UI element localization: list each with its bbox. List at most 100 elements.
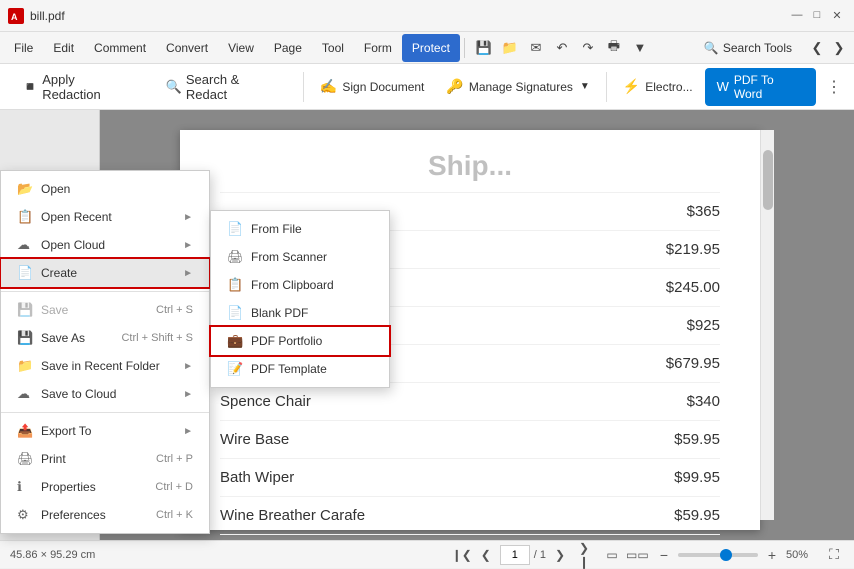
zoom-controls: − + 50%: [654, 545, 816, 565]
page-total: / 1: [534, 549, 546, 561]
open-icon-btn[interactable]: 📁: [499, 37, 521, 59]
electro-btn[interactable]: ⚡ Electro...: [613, 70, 703, 104]
menu-comment[interactable]: Comment: [84, 34, 156, 62]
save-cloud-icon: ☁: [17, 386, 33, 402]
single-page-view-btn[interactable]: ▭: [602, 545, 622, 565]
first-page-btn[interactable]: ❙❮: [452, 545, 472, 565]
next-page-btn[interactable]: ❯: [550, 545, 570, 565]
preferences-icon: ⚙: [17, 507, 33, 523]
export-icon: 📤: [17, 423, 33, 439]
toolbar-icons: 💾 📁 ✉ ↶ ↷ 🖶 ▼: [473, 37, 651, 59]
submenu-from-clipboard[interactable]: 📋 From Clipboard: [211, 271, 389, 299]
zoom-out-btn[interactable]: −: [654, 545, 674, 565]
table-row-bathwiper: Bath Wiper $99.95: [220, 459, 720, 497]
menu-file[interactable]: File: [4, 34, 43, 62]
word-icon: W: [717, 79, 729, 94]
nav-back-btn[interactable]: ❮: [806, 37, 828, 59]
page-input[interactable]: [500, 545, 530, 565]
zoom-thumb: [720, 549, 732, 561]
search-tools-button[interactable]: 🔍 Search Tools: [694, 38, 802, 58]
arrow-right-icon2: ►: [183, 240, 193, 251]
save-as-shortcut: Ctrl + Shift + S: [121, 332, 193, 344]
tab-apply-redaction[interactable]: ◾ Apply Redaction: [8, 67, 150, 107]
submenu-pdf-portfolio[interactable]: 💼 PDF Portfolio: [211, 327, 389, 355]
zoom-slider[interactable]: [678, 553, 758, 557]
from-file-icon: 📄: [227, 221, 243, 237]
menu-item-properties[interactable]: ℹ Properties Ctrl + D: [1, 473, 209, 501]
maximize-button[interactable]: □: [808, 6, 826, 24]
arrow-right-icon6: ►: [183, 426, 193, 437]
zoom-in-btn[interactable]: +: [762, 545, 782, 565]
prev-page-btn[interactable]: ❮: [476, 545, 496, 565]
arrow-right-icon3: ►: [183, 268, 193, 279]
arrow-right-icon5: ►: [183, 389, 193, 400]
more-btn[interactable]: ⋮: [822, 77, 846, 97]
pdf-to-word-btn[interactable]: W PDF To Word: [705, 68, 816, 106]
close-button[interactable]: ✕: [828, 6, 846, 24]
from-scanner-icon: 🖨: [227, 249, 243, 265]
menu-item-save-recent[interactable]: 📁 Save in Recent Folder ►: [1, 352, 209, 380]
menu-item-print[interactable]: 🖨 Print Ctrl + P: [1, 445, 209, 473]
menu-tool[interactable]: Tool: [312, 34, 354, 62]
menu-item-save-cloud[interactable]: ☁ Save to Cloud ►: [1, 380, 209, 408]
manage-signatures-btn[interactable]: 🔑 Manage Signatures ▼: [436, 70, 599, 104]
print-menu-icon: 🖨: [17, 451, 33, 467]
email-icon-btn[interactable]: ✉: [525, 37, 547, 59]
dimensions-text: 45.86 × 95.29 cm: [10, 549, 95, 561]
undo-icon-btn[interactable]: ↶: [551, 37, 573, 59]
nav-controls: ❙❮ ❮ / 1 ❯ ❯❙: [452, 545, 594, 565]
menu-bar: File Edit Comment Convert View Page Tool…: [0, 32, 854, 64]
zoom-value: 50%: [786, 549, 816, 561]
arrow-right-icon4: ►: [183, 361, 193, 372]
submenu-blank-pdf[interactable]: 📄 Blank PDF: [211, 299, 389, 327]
menu-item-export[interactable]: 📤 Export To ►: [1, 417, 209, 445]
dropdown-sep-1: [1, 291, 209, 292]
minimize-button[interactable]: —: [788, 6, 806, 24]
sign-icon: ✍: [320, 78, 337, 95]
print-icon-btn[interactable]: 🖶: [603, 37, 625, 59]
scroll-track[interactable]: [760, 130, 774, 520]
open-file-icon: 📂: [17, 181, 33, 197]
status-bar: 45.86 × 95.29 cm ❙❮ ❮ / 1 ❯ ❯❙ ▭ ▭▭ − + …: [0, 540, 854, 568]
dropdown-icon-btn[interactable]: ▼: [629, 37, 651, 59]
menu-view[interactable]: View: [218, 34, 264, 62]
submenu-from-scanner[interactable]: 🖨 From Scanner: [211, 243, 389, 271]
two-page-view-btn[interactable]: ▭▭: [626, 545, 646, 565]
sign-document-btn[interactable]: ✍ Sign Document: [310, 70, 434, 104]
menu-item-open-cloud[interactable]: ☁ Open Cloud ►: [1, 231, 209, 259]
menu-item-open[interactable]: 📂 Open: [1, 175, 209, 203]
svg-text:A: A: [11, 12, 18, 22]
window-title: bill.pdf: [30, 9, 846, 23]
menu-item-save-as[interactable]: 💾 Save As Ctrl + Shift + S: [1, 324, 209, 352]
pdf-template-icon: 📝: [227, 361, 243, 377]
tab-search-redact[interactable]: 🔍 Search & Redact: [152, 67, 297, 107]
nav-fwd-btn[interactable]: ❯: [828, 37, 850, 59]
pdf-page-title: Ship...: [220, 150, 720, 182]
toolbar-separator: [464, 38, 465, 58]
search-redact-icon: 🔍: [166, 79, 182, 95]
submenu-from-file[interactable]: 📄 From File: [211, 215, 389, 243]
menu-protect[interactable]: Protect: [402, 34, 460, 62]
mark-redaction-icon: ◾: [22, 79, 38, 95]
menu-form[interactable]: Form: [354, 34, 402, 62]
menu-item-create[interactable]: 📄 Create ►: [1, 259, 209, 287]
submenu-pdf-template[interactable]: 📝 PDF Template: [211, 355, 389, 383]
menu-item-preferences[interactable]: ⚙ Preferences Ctrl + K: [1, 501, 209, 529]
menu-edit[interactable]: Edit: [43, 34, 84, 62]
last-page-btn[interactable]: ❯❙: [574, 545, 594, 565]
signatures-icon: 🔑: [446, 78, 463, 95]
menu-convert[interactable]: Convert: [156, 34, 218, 62]
scroll-thumb[interactable]: [763, 150, 773, 210]
save-shortcut: Ctrl + S: [156, 304, 193, 316]
open-recent-icon: 📋: [17, 209, 33, 225]
menu-page[interactable]: Page: [264, 34, 312, 62]
menu-item-save[interactable]: 💾 Save Ctrl + S: [1, 296, 209, 324]
save-icon-btn[interactable]: 💾: [473, 37, 495, 59]
window-controls: — □ ✕: [788, 6, 846, 24]
redo-icon-btn[interactable]: ↷: [577, 37, 599, 59]
main-area: Ship... $365 $219.95 Lamp $245.00 ess St…: [0, 110, 854, 540]
menu-item-open-recent[interactable]: 📋 Open Recent ►: [1, 203, 209, 231]
fullscreen-btn[interactable]: ⛶: [824, 545, 844, 565]
save-recent-icon: 📁: [17, 358, 33, 374]
table-row-spence: Spence Chair $340: [220, 383, 720, 421]
